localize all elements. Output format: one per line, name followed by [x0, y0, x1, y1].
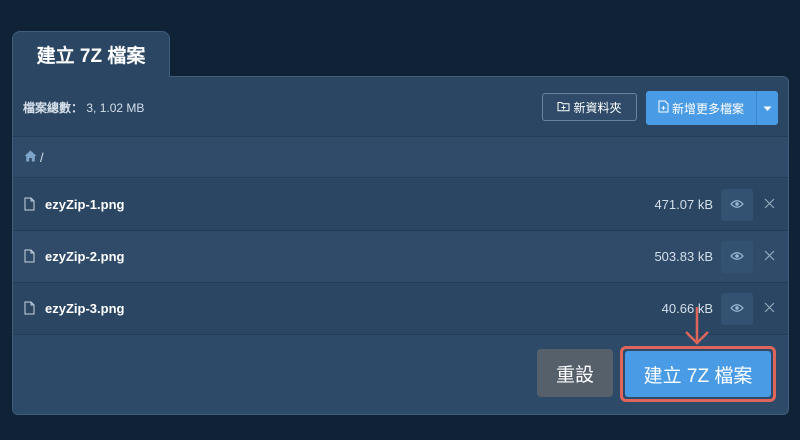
file-icon — [24, 301, 35, 320]
file-name: ezyZip-1.png — [45, 197, 125, 212]
preview-button[interactable] — [721, 241, 753, 273]
remove-file-button[interactable] — [758, 297, 780, 321]
create-button-highlight: 建立 7Z 檔案 — [620, 346, 776, 402]
file-size: 503.83 kB — [654, 249, 713, 264]
file-size: 471.07 kB — [654, 197, 713, 212]
file-icon — [24, 197, 35, 216]
breadcrumb-path: / — [40, 150, 44, 165]
file-plus-icon — [658, 100, 669, 116]
folder-plus-icon — [557, 100, 570, 115]
footer-actions: 重設 建立 7Z 檔案 — [13, 335, 788, 414]
file-row: ezyZip-1.png 471.07 kB — [13, 179, 788, 231]
remove-file-button[interactable] — [758, 193, 780, 217]
file-count: 檔案總數： 3, 1.02 MB — [23, 99, 144, 116]
eye-icon — [730, 196, 744, 214]
create-7z-button[interactable]: 建立 7Z 檔案 — [625, 351, 771, 397]
file-row: ezyZip-3.png 40.66 kB — [13, 283, 788, 335]
reset-button[interactable]: 重設 — [537, 349, 613, 397]
file-count-value: 3, 1.02 MB — [86, 101, 145, 115]
close-icon — [764, 196, 775, 214]
preview-button[interactable] — [721, 293, 753, 325]
remove-file-button[interactable] — [758, 245, 780, 269]
new-folder-label: 新資料夾 — [573, 100, 622, 115]
file-name: ezyZip-3.png — [45, 301, 125, 316]
eye-icon — [730, 300, 744, 318]
tab-title: 建立 7Z 檔案 — [36, 46, 146, 67]
add-more-files-label: 新增更多檔案 — [671, 101, 744, 116]
arrow-down-annotation-icon — [685, 307, 709, 345]
close-icon — [764, 300, 775, 318]
file-icon — [24, 249, 35, 268]
reset-label: 重設 — [555, 364, 594, 386]
create-7z-label: 建立 7Z 檔案 — [643, 365, 753, 387]
tab-create-7z[interactable]: 建立 7Z 檔案 — [12, 31, 170, 77]
home-icon[interactable] — [24, 150, 37, 165]
file-panel: 檔案總數： 3, 1.02 MB 新資料夾 新增更多檔案 / ezyZip-1.… — [12, 76, 789, 415]
file-row: ezyZip-2.png 503.83 kB — [13, 231, 788, 283]
eye-icon — [730, 248, 744, 266]
breadcrumb: / — [13, 138, 788, 178]
preview-button[interactable] — [721, 189, 753, 221]
file-name: ezyZip-2.png — [45, 249, 125, 264]
add-more-dropdown-toggle[interactable] — [756, 91, 778, 125]
add-more-files-button[interactable]: 新增更多檔案 — [646, 91, 778, 125]
close-icon — [764, 248, 775, 266]
file-count-label: 檔案總數： — [23, 101, 84, 115]
toolbar: 檔案總數： 3, 1.02 MB 新資料夾 新增更多檔案 — [13, 77, 788, 137]
caret-down-icon — [763, 101, 772, 115]
new-folder-button[interactable]: 新資料夾 — [542, 93, 637, 121]
